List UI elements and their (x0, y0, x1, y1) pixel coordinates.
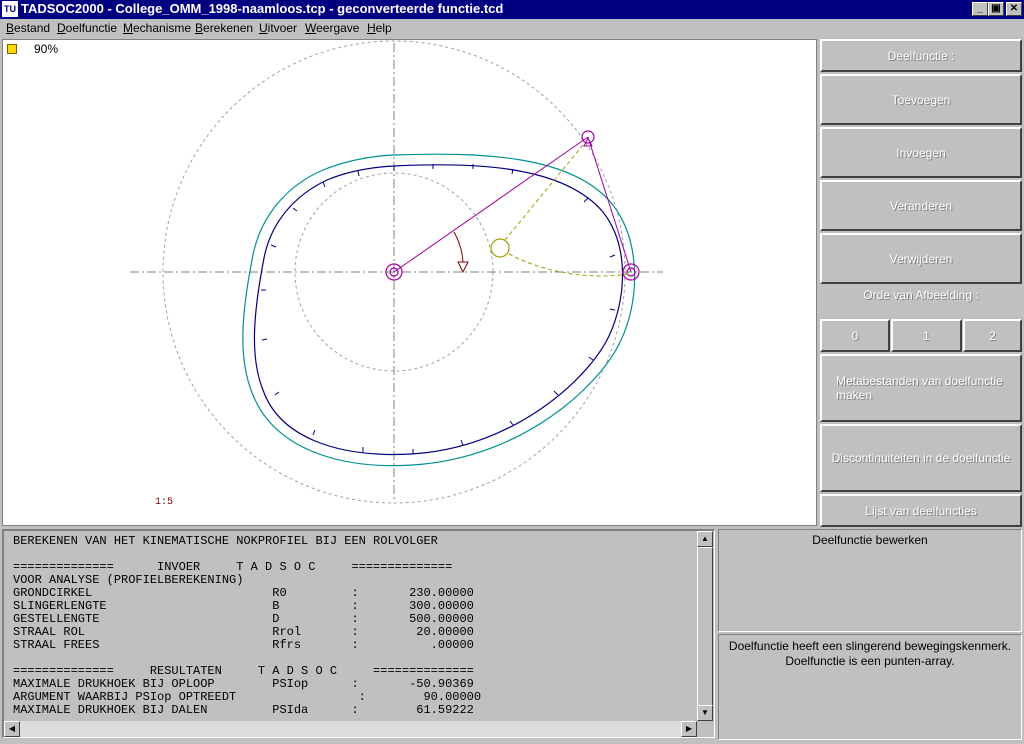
title-bar: TU TADSOC2000 - College_OMM_1998-naamloo… (0, 0, 1024, 19)
orde-1-button[interactable]: 1 (891, 319, 962, 352)
vertical-scroll-thumb[interactable] (697, 547, 713, 707)
veranderen-button[interactable]: Veranderen (820, 180, 1022, 231)
app-icon: TU (2, 1, 18, 17)
output-text-area[interactable]: BEREKENEN VAN HET KINEMATISCHE NOKPROFIE… (2, 529, 715, 738)
metabestanden-button[interactable]: Metabestanden van doelfunctie maken (820, 354, 1022, 422)
maximize-button[interactable]: ▣ (988, 2, 1004, 16)
menu-bar: Bestand Doelfunctie Mechanisme Berekenen… (0, 19, 1024, 38)
cam-drawing-canvas[interactable]: 90% 1:5 (2, 39, 817, 526)
menu-weergave[interactable]: Weergave (305, 21, 359, 36)
scroll-down-icon[interactable]: ▼ (697, 705, 713, 721)
verwijderen-button[interactable]: Verwijderen (820, 233, 1022, 284)
menu-mechanisme[interactable]: Mechanisme (123, 21, 191, 36)
cam-profile-curve (253, 164, 624, 456)
orde-0-button[interactable]: 0 (820, 319, 890, 352)
scroll-left-icon[interactable]: ◀ (4, 721, 20, 737)
scale-label: 1:5 (155, 497, 174, 508)
discontinuiteiten-button[interactable]: Discontinuiteiten in de doelfunctie (820, 424, 1022, 492)
cam-drawing (130, 40, 663, 504)
swing-arm-line (587, 136, 632, 273)
menu-doelfunctie[interactable]: Doelfunctie (57, 21, 117, 36)
lijst-deelfuncties-button[interactable]: Lijst van deelfuncties (820, 494, 1022, 527)
menu-berekenen[interactable]: Berekenen (195, 21, 253, 36)
vertical-scrollbar[interactable]: ▲ ▼ (697, 531, 713, 721)
guide-circle (490, 238, 510, 258)
scroll-right-icon[interactable]: ▶ (681, 721, 697, 737)
output-line: MAXIMALE DRUKHOEK BIJ DALEN PSIda : 61.5… (13, 703, 474, 717)
menu-help[interactable]: Help (367, 21, 392, 36)
menu-bestand[interactable]: Bestand (6, 21, 50, 36)
output-line: BEREKENEN VAN HET KINEMATISCHE NOKPROFIE… (13, 534, 438, 548)
profile-ticks (261, 164, 616, 454)
output-line: STRAAL FREES Rfrs : .00000 (13, 638, 474, 652)
roller-path-curve (242, 153, 636, 467)
orde-2-button[interactable]: 2 (963, 319, 1022, 352)
deelfunctie-bewerken-panel: Deelfunctie bewerken (718, 529, 1022, 632)
deelfunctie-label: Deelfunctie : (820, 39, 1022, 72)
angle-arc (453, 231, 464, 263)
status-message-line-2: Doelfunctie is een punten-array. (785, 654, 955, 668)
info-title: Deelfunctie bewerken (812, 533, 928, 547)
window-title: TADSOC2000 - College_OMM_1998-naamloos.t… (21, 1, 504, 16)
minimize-button[interactable]: _ (972, 2, 988, 16)
menu-uitvoer[interactable]: Uitvoer (259, 21, 297, 36)
orde-label: Orde van Afbeelding : (863, 288, 979, 302)
horizontal-scrollbar[interactable]: ◀ ▶ (4, 721, 697, 737)
toevoegen-button[interactable]: Toevoegen (820, 74, 1022, 125)
angle-arrow (457, 261, 469, 274)
status-message-line-1: Doelfunctie heeft een slingerend bewegin… (728, 639, 1012, 653)
close-button[interactable]: ✕ (1006, 2, 1022, 16)
scroll-up-icon[interactable]: ▲ (697, 531, 713, 547)
invoegen-button[interactable]: Invoegen (820, 127, 1022, 178)
status-message-panel: Doelfunctie heeft een slingerend bewegin… (718, 634, 1022, 740)
